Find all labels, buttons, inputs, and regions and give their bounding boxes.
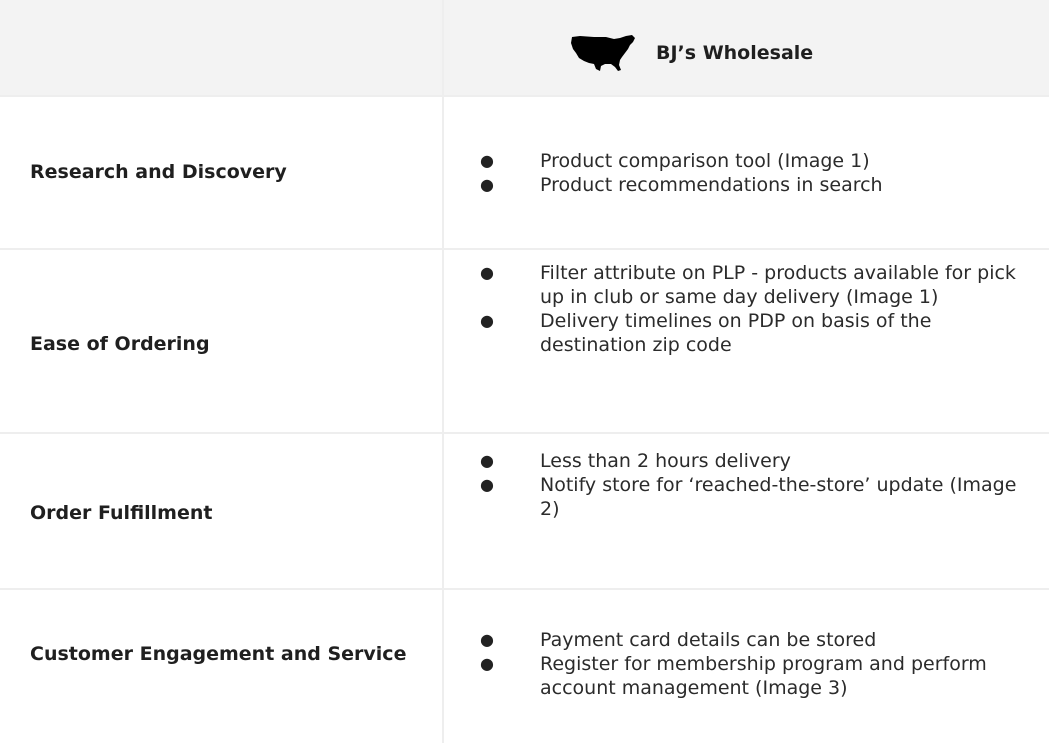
list-item-text: Less than 2 hours delivery [540, 450, 791, 472]
bullet-list: ● Payment card details can be stored ● Reg… [470, 628, 1045, 700]
bullet-list: ● Less than 2 hours delivery ● Notify stor… [470, 449, 1045, 521]
list-item: ● Register for membership program and per… [470, 652, 1010, 700]
bullet-icon: ● [480, 630, 494, 649]
list-item: ● Delivery timelines on PDP on basis of t… [470, 309, 1030, 357]
comparison-table: BJ’s Wholesale Research and Discovery ● P… [0, 0, 1049, 743]
row-label: Research and Discovery [30, 161, 287, 183]
bullet-icon: ● [480, 311, 494, 330]
usa-map-icon [571, 35, 635, 71]
bullet-icon: ● [480, 654, 494, 673]
column-divider [442, 0, 444, 743]
list-item: ● Less than 2 hours delivery [470, 449, 1020, 473]
list-item-text: Product comparison tool (Image 1) [540, 150, 870, 172]
table-row: Ease of Ordering ● Filter attribute on PL… [0, 250, 1049, 434]
bullet-icon: ● [480, 451, 494, 470]
table-header-row: BJ’s Wholesale [0, 0, 1049, 97]
list-item-text: Notify store for ‘reached-the-store’ upd… [540, 474, 1017, 520]
brand-header: BJ’s Wholesale [570, 33, 813, 73]
brand-name: BJ’s Wholesale [656, 42, 814, 64]
list-item-text: Filter attribute on PLP - products avail… [540, 262, 1016, 308]
list-item-text: Register for membership program and perf… [540, 653, 987, 699]
list-item: ● Filter attribute on PLP - products avai… [470, 261, 1030, 309]
bullet-list: ● Product comparison tool (Image 1) ● Prod… [470, 149, 1045, 197]
row-label: Customer Engagement and Service [30, 643, 407, 665]
list-item-text: Delivery timelines on PDP on basis of th… [540, 310, 932, 356]
list-item-text: Payment card details can be stored [540, 629, 877, 651]
bullet-icon: ● [480, 475, 494, 494]
list-item: ● Product comparison tool (Image 1) [470, 149, 1045, 173]
list-item: ● Product recommendations in search [470, 173, 1045, 197]
row-label: Order Fulfillment [30, 502, 213, 524]
bullet-icon: ● [480, 263, 494, 282]
row-label: Ease of Ordering [30, 333, 210, 355]
table-row: Customer Engagement and Service ● Payment… [0, 590, 1049, 743]
bullet-icon: ● [480, 151, 494, 170]
list-item: ● Notify store for ‘reached-the-store’ up… [470, 473, 1020, 521]
list-item: ● Payment card details can be stored [470, 628, 1010, 652]
bullet-icon: ● [480, 175, 494, 194]
list-item-text: Product recommendations in search [540, 174, 883, 196]
bullet-list: ● Filter attribute on PLP - products avai… [470, 261, 1045, 357]
table-row: Order Fulfillment ● Less than 2 hours del… [0, 434, 1049, 590]
table-row: Research and Discovery ● Product comparis… [0, 97, 1049, 250]
